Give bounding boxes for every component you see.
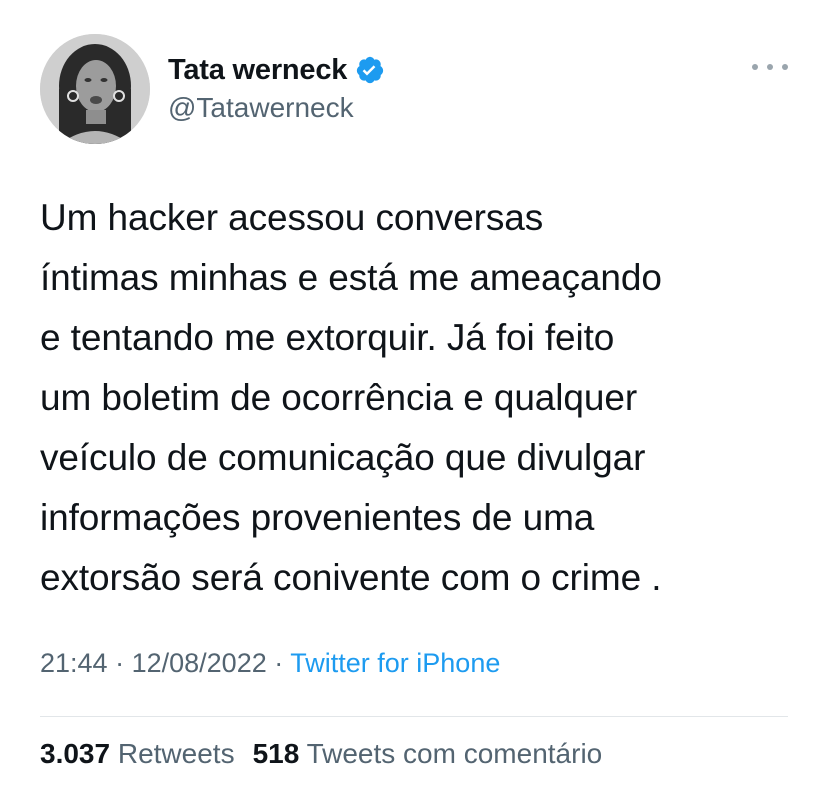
user-handle[interactable]: @Tatawerneck: [168, 92, 354, 124]
tweet-text: Um hacker acessou conversas íntimas minh…: [40, 197, 662, 598]
tweet-time[interactable]: 21:44: [40, 648, 108, 678]
verified-badge-icon: [355, 55, 385, 85]
name-row: Tata werneck: [168, 50, 385, 90]
avatar[interactable]: [40, 34, 150, 144]
retweets-count: 3.037: [40, 738, 111, 769]
more-dot: [752, 64, 758, 70]
display-name[interactable]: Tata werneck: [168, 54, 347, 87]
meta-separator: ·: [115, 648, 132, 678]
tweet-meta: 21:44 · 12/08/2022 · Twitter for iPhone: [40, 648, 500, 679]
quote-tweets-stat[interactable]: 518 Tweets com comentário: [253, 738, 603, 769]
divider: [40, 716, 788, 717]
tweet-card: Tata werneck @Tatawerneck Um hacker aces…: [0, 0, 828, 795]
meta-separator: ·: [274, 648, 291, 678]
tweet-date[interactable]: 12/08/2022: [132, 648, 267, 678]
avatar-photo: [40, 34, 150, 144]
more-options-icon[interactable]: [752, 60, 788, 74]
quotes-label: Tweets com comentário: [306, 738, 603, 769]
retweets-stat[interactable]: 3.037 Retweets: [40, 738, 235, 769]
quotes-count: 518: [252, 738, 300, 769]
more-dot: [767, 64, 773, 70]
more-dot: [782, 64, 788, 70]
retweets-label: Retweets: [117, 738, 235, 769]
tweet-source-link[interactable]: Twitter for iPhone: [290, 648, 500, 678]
tweet-stats: 3.037 Retweets 518 Tweets com comentário: [40, 738, 602, 770]
